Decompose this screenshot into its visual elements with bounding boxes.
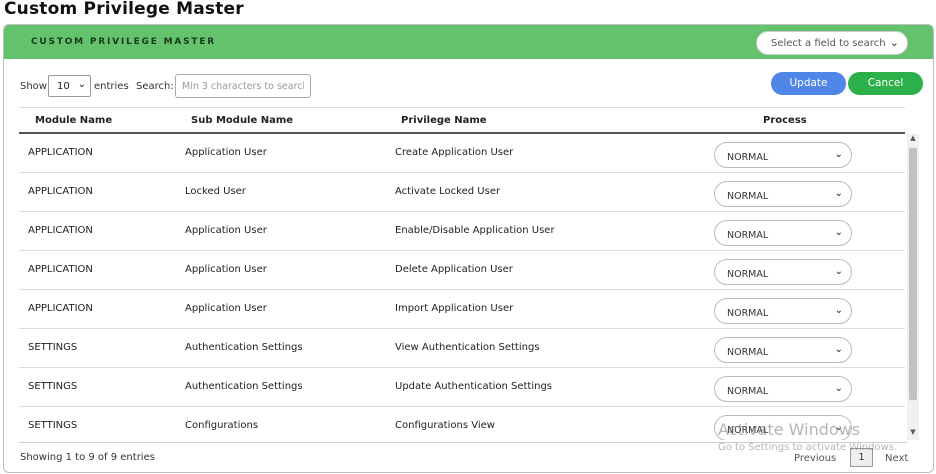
sub-module-cell: Configurations [185, 420, 259, 431]
module-cell: APPLICATION [28, 147, 93, 158]
page-title: Custom Privilege Master [4, 0, 244, 19]
sub-module-cell: Authentication Settings [185, 381, 303, 392]
entries-value: 10 [57, 81, 70, 92]
table-header: Module Name Sub Module Name Privilege Na… [19, 107, 905, 134]
process-value: NORMAL [727, 347, 769, 358]
process-select[interactable]: NORMAL ⌄ [714, 337, 852, 363]
process-value: NORMAL [727, 152, 769, 163]
table-row: SETTINGS Authentication Settings View Au… [19, 329, 905, 368]
chevron-down-icon: ⌄ [834, 149, 843, 160]
column-header-module[interactable]: Module Name [35, 115, 112, 126]
chevron-down-icon: ⌄ [77, 79, 86, 90]
activate-windows-subtitle: Go to Settings to activate Windows. [718, 442, 898, 453]
chevron-down-icon: ⌄ [834, 227, 843, 238]
process-select[interactable]: NORMAL ⌄ [714, 376, 852, 402]
process-value: NORMAL [727, 269, 769, 280]
module-cell: APPLICATION [28, 264, 93, 275]
table-row: APPLICATION Application User Enable/Disa… [19, 212, 905, 251]
module-cell: SETTINGS [28, 381, 78, 392]
table-row: APPLICATION Application User Delete Appl… [19, 251, 905, 290]
process-value: NORMAL [727, 230, 769, 241]
chevron-down-icon: ⌄ [834, 383, 843, 394]
column-header-sub-module[interactable]: Sub Module Name [191, 115, 293, 126]
column-header-privilege[interactable]: Privilege Name [401, 115, 487, 126]
field-search-select[interactable]: Select a field to search ⌄ [756, 31, 908, 55]
pagination-previous[interactable]: Previous [794, 453, 836, 464]
field-search-placeholder: Select a field to search [771, 38, 886, 49]
process-select[interactable]: NORMAL ⌄ [714, 259, 852, 285]
entries-label: entries [94, 81, 129, 92]
module-cell: SETTINGS [28, 420, 78, 431]
process-select[interactable]: NORMAL ⌄ [714, 220, 852, 246]
module-cell: APPLICATION [28, 225, 93, 236]
activate-windows-title: Activate Windows [718, 420, 861, 439]
chevron-down-icon: ⌄ [889, 36, 899, 49]
scroll-down-arrow-icon[interactable]: ▼ [907, 428, 919, 440]
entries-select[interactable]: 10 ⌄ [48, 75, 91, 97]
table-row: APPLICATION Application User Create Appl… [19, 134, 905, 173]
process-select[interactable]: NORMAL ⌄ [714, 142, 852, 168]
process-select[interactable]: NORMAL ⌄ [714, 298, 852, 324]
module-cell: APPLICATION [28, 303, 93, 314]
privilege-panel: CUSTOM PRIVILEGE MASTER Select a field t… [3, 24, 934, 473]
module-cell: APPLICATION [28, 186, 93, 197]
privilege-cell: Activate Locked User [395, 186, 501, 197]
chevron-down-icon: ⌄ [834, 188, 843, 199]
table-row: SETTINGS Authentication Settings Update … [19, 368, 905, 407]
sub-module-cell: Application User [185, 147, 267, 158]
process-value: NORMAL [727, 386, 769, 397]
sub-module-cell: Application User [185, 264, 267, 275]
privilege-cell: View Authentication Settings [395, 342, 540, 353]
update-button[interactable]: Update [771, 72, 846, 95]
panel-header: CUSTOM PRIVILEGE MASTER Select a field t… [4, 25, 933, 59]
sub-module-cell: Locked User [185, 186, 246, 197]
pagination-next[interactable]: Next [885, 453, 908, 464]
chevron-down-icon: ⌄ [834, 344, 843, 355]
sub-module-cell: Application User [185, 225, 267, 236]
privilege-cell: Configurations View [395, 420, 495, 431]
privilege-cell: Update Authentication Settings [395, 381, 552, 392]
privilege-cell: Create Application User [395, 147, 514, 158]
show-label: Show [20, 81, 47, 92]
table-scrollbar[interactable]: ▲ ▼ [907, 134, 919, 440]
cancel-button[interactable]: Cancel [848, 72, 923, 95]
table-row: APPLICATION Locked User Activate Locked … [19, 173, 905, 212]
entries-info: Showing 1 to 9 of 9 entries [20, 452, 155, 463]
scroll-thumb[interactable] [909, 148, 917, 400]
table-body: APPLICATION Application User Create Appl… [19, 134, 905, 440]
privilege-cell: Delete Application User [395, 264, 513, 275]
privilege-cell: Import Application User [395, 303, 514, 314]
process-value: NORMAL [727, 191, 769, 202]
sub-module-cell: Authentication Settings [185, 342, 303, 353]
chevron-down-icon: ⌄ [834, 266, 843, 277]
search-label: Search: [136, 81, 174, 92]
table-row: APPLICATION Application User Import Appl… [19, 290, 905, 329]
chevron-down-icon: ⌄ [834, 305, 843, 316]
process-select[interactable]: NORMAL ⌄ [714, 181, 852, 207]
process-value: NORMAL [727, 308, 769, 319]
module-cell: SETTINGS [28, 342, 78, 353]
sub-module-cell: Application User [185, 303, 267, 314]
panel-header-title: CUSTOM PRIVILEGE MASTER [31, 37, 217, 47]
scroll-up-arrow-icon[interactable]: ▲ [907, 134, 919, 146]
privilege-cell: Enable/Disable Application User [395, 225, 555, 236]
search-input[interactable] [175, 74, 311, 98]
column-header-process[interactable]: Process [763, 115, 807, 126]
